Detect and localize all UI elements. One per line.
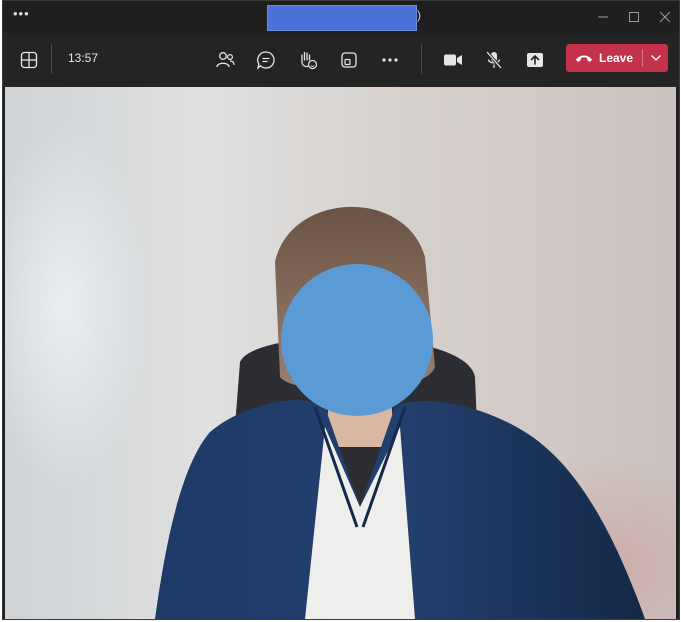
reactions-icon xyxy=(301,51,318,70)
leave-label: Leave xyxy=(598,51,634,65)
minimize-icon xyxy=(598,16,608,18)
meeting-window: ••• ) 13:57 Leave xyxy=(2,0,680,620)
toolbar-divider xyxy=(421,44,422,74)
maximize-button[interactable] xyxy=(622,5,646,29)
participant-video-frame xyxy=(155,206,645,619)
camera-icon xyxy=(444,54,462,66)
leave-button[interactable]: Leave xyxy=(566,44,642,72)
reactions-button[interactable] xyxy=(294,46,322,74)
chevron-down-icon xyxy=(650,55,661,61)
redacted-meeting-title xyxy=(267,5,417,31)
rooms-icon xyxy=(341,52,357,68)
minimize-button[interactable] xyxy=(591,5,615,29)
close-button[interactable] xyxy=(653,5,677,29)
camera-button[interactable] xyxy=(439,46,467,74)
grid-view-icon xyxy=(20,51,38,69)
close-icon xyxy=(659,11,671,23)
breakout-rooms-button[interactable] xyxy=(335,46,363,74)
mic-off-icon xyxy=(485,51,503,69)
meeting-toolbar: 13:57 Leave xyxy=(3,33,679,87)
leave-options-button[interactable] xyxy=(643,44,668,72)
toolbar-divider xyxy=(51,44,52,74)
title-trailing-text: ) xyxy=(417,8,421,22)
phone-hangup-icon xyxy=(575,55,592,62)
chat-icon xyxy=(256,51,275,70)
title-bar: ••• ) xyxy=(3,1,679,33)
share-screen-button[interactable] xyxy=(521,46,549,74)
participants-button[interactable] xyxy=(211,46,239,74)
face-redaction xyxy=(281,264,433,416)
mic-button[interactable] xyxy=(480,46,508,74)
maximize-icon xyxy=(629,12,639,22)
more-options-icon xyxy=(382,58,398,62)
leave-button-group: Leave xyxy=(566,44,668,72)
more-options-button[interactable] xyxy=(376,46,404,74)
participants-icon xyxy=(216,52,235,68)
grid-view-button[interactable] xyxy=(15,46,43,74)
title-menu-button[interactable]: ••• xyxy=(13,7,30,21)
share-screen-icon xyxy=(527,53,543,67)
meeting-timer: 13:57 xyxy=(68,51,99,65)
chat-button[interactable] xyxy=(252,46,280,74)
participant-video xyxy=(5,87,676,619)
